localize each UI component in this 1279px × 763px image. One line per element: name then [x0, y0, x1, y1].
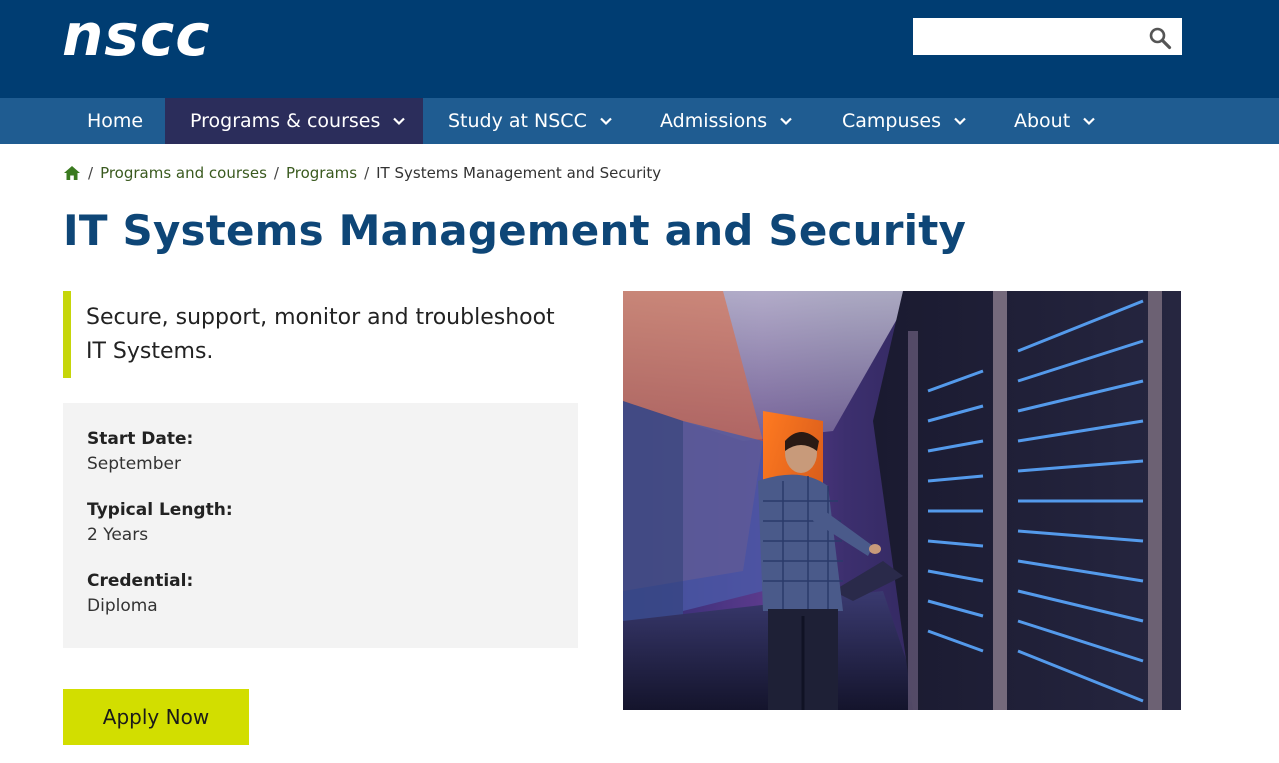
- page-title: IT Systems Management and Security: [63, 206, 967, 255]
- chevron-down-icon: [954, 117, 966, 126]
- breadcrumb-separator: /: [88, 164, 94, 182]
- nav-item-admissions[interactable]: Admissions: [635, 98, 817, 144]
- nav-item-label: Home: [87, 110, 144, 132]
- search-icon[interactable]: [1148, 26, 1172, 50]
- chevron-down-icon: [1083, 117, 1095, 126]
- home-icon[interactable]: [63, 165, 81, 181]
- chevron-down-icon: [600, 117, 612, 126]
- nav-item-label: Admissions: [660, 110, 768, 132]
- credential-value: Diploma: [87, 596, 158, 616]
- nav-item-label: Programs & courses: [190, 110, 381, 132]
- breadcrumb: / Programs and courses / Programs / IT S…: [63, 163, 661, 183]
- search-box: [913, 18, 1182, 55]
- nav-item-campuses[interactable]: Campuses: [817, 98, 989, 144]
- program-tagline: Secure, support, monitor and troubleshoo…: [63, 291, 578, 378]
- start-date-label: Start Date:: [87, 429, 194, 449]
- nav-item-programs-courses[interactable]: Programs & courses: [165, 98, 423, 144]
- start-date-value: September: [87, 454, 181, 474]
- site-header: nscc: [0, 0, 1279, 98]
- nav-item-label: Campuses: [842, 110, 942, 132]
- breadcrumb-current: IT Systems Management and Security: [376, 164, 662, 182]
- nav-item-label: About: [1014, 110, 1071, 132]
- breadcrumb-link-programs-and-courses[interactable]: Programs and courses: [100, 164, 267, 182]
- typical-length-value: 2 Years: [87, 525, 149, 545]
- breadcrumb-separator: /: [273, 164, 279, 182]
- apply-now-button[interactable]: Apply Now: [63, 689, 249, 745]
- server-room-photo: [623, 291, 1181, 710]
- program-info-card: Start Date: September Typical Length: 2 …: [63, 403, 578, 648]
- nscc-logo[interactable]: nscc: [62, 6, 211, 64]
- nav-item-study-at-nscc[interactable]: Study at NSCC: [423, 98, 635, 144]
- nav-item-label: Study at NSCC: [448, 110, 587, 132]
- search-input[interactable]: [913, 18, 1143, 55]
- breadcrumb-separator: /: [364, 164, 370, 182]
- nav-item-about[interactable]: About: [989, 98, 1119, 144]
- breadcrumb-link-programs[interactable]: Programs: [286, 164, 357, 182]
- credential-label: Credential:: [87, 571, 194, 591]
- typical-length-label: Typical Length:: [87, 500, 233, 520]
- nav-item-home[interactable]: Home: [62, 98, 165, 144]
- chevron-down-icon: [780, 117, 792, 126]
- chevron-down-icon: [393, 117, 406, 126]
- main-nav: Home Programs & courses Study at NSCC Ad…: [0, 98, 1279, 144]
